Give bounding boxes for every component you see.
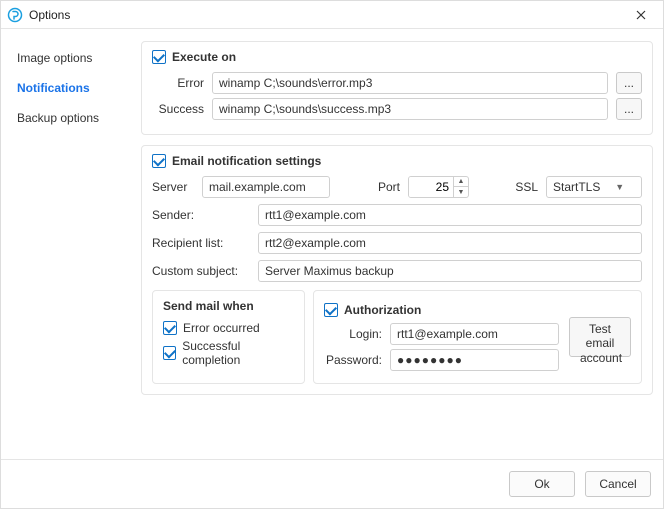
subject-input[interactable] [258,260,642,282]
success-browse-button[interactable]: ... [616,98,642,120]
panel-execute-on: Execute on Error ... Success ... [141,41,653,135]
login-label: Login: [324,327,382,341]
ssl-value: StartTLS [553,180,600,194]
email-settings-title: Email notification settings [172,154,321,168]
login-input[interactable] [390,323,559,345]
success-command-input[interactable] [212,98,608,120]
port-label: Port [378,180,400,194]
server-input[interactable] [202,176,330,198]
error-occurred-label: Error occurred [183,321,260,335]
port-input[interactable] [409,177,453,197]
chevron-down-icon[interactable]: ▼ [600,182,639,192]
server-label: Server [152,180,194,194]
password-input[interactable] [390,349,559,371]
port-down-button[interactable]: ▼ [454,187,468,197]
ssl-select[interactable]: StartTLS ▼ [546,176,642,198]
port-up-button[interactable]: ▲ [454,177,468,187]
recipient-input[interactable] [258,232,642,254]
cancel-button[interactable]: Cancel [585,471,651,497]
recipient-label: Recipient list: [152,236,248,250]
panel-send-when: Send mail when Error occurred Successful… [152,290,305,384]
titlebar: Options [1,1,663,29]
sidebar-item-notifications[interactable]: Notifications [1,73,141,103]
authorization-title: Authorization [344,303,421,317]
panel-authorization: Authorization Login: Password: Test emai… [313,290,642,384]
subject-label: Custom subject: [152,264,248,278]
app-icon [7,7,23,23]
sidebar-item-image-options[interactable]: Image options [1,43,141,73]
execute-on-checkbox[interactable] [152,50,166,64]
send-when-title: Send mail when [163,299,294,313]
authorization-checkbox[interactable] [324,303,338,317]
panel-email-settings: Email notification settings Server Port … [141,145,653,395]
sidebar: Image options Notifications Backup optio… [1,29,141,459]
window-title: Options [29,8,627,22]
content-pane: Execute on Error ... Success ... Email n… [141,29,663,459]
main-area: Image options Notifications Backup optio… [1,29,663,459]
success-label: Success [152,102,204,116]
port-stepper[interactable]: ▲ ▼ [408,176,469,198]
error-browse-button[interactable]: ... [616,72,642,94]
error-occurred-checkbox[interactable] [163,321,177,335]
password-label: Password: [324,353,382,367]
error-label: Error [152,76,204,90]
successful-completion-checkbox[interactable] [163,346,176,360]
close-button[interactable] [627,5,655,25]
sender-label: Sender: [152,208,248,222]
ok-button[interactable]: Ok [509,471,575,497]
test-email-account-button[interactable]: Test email account [569,317,631,357]
execute-on-title: Execute on [172,50,236,64]
email-settings-checkbox[interactable] [152,154,166,168]
successful-completion-label: Successful completion [182,339,294,367]
sender-input[interactable] [258,204,642,226]
sidebar-item-backup-options[interactable]: Backup options [1,103,141,133]
ssl-label: SSL [515,180,538,194]
error-command-input[interactable] [212,72,608,94]
footer: Ok Cancel [1,459,663,507]
